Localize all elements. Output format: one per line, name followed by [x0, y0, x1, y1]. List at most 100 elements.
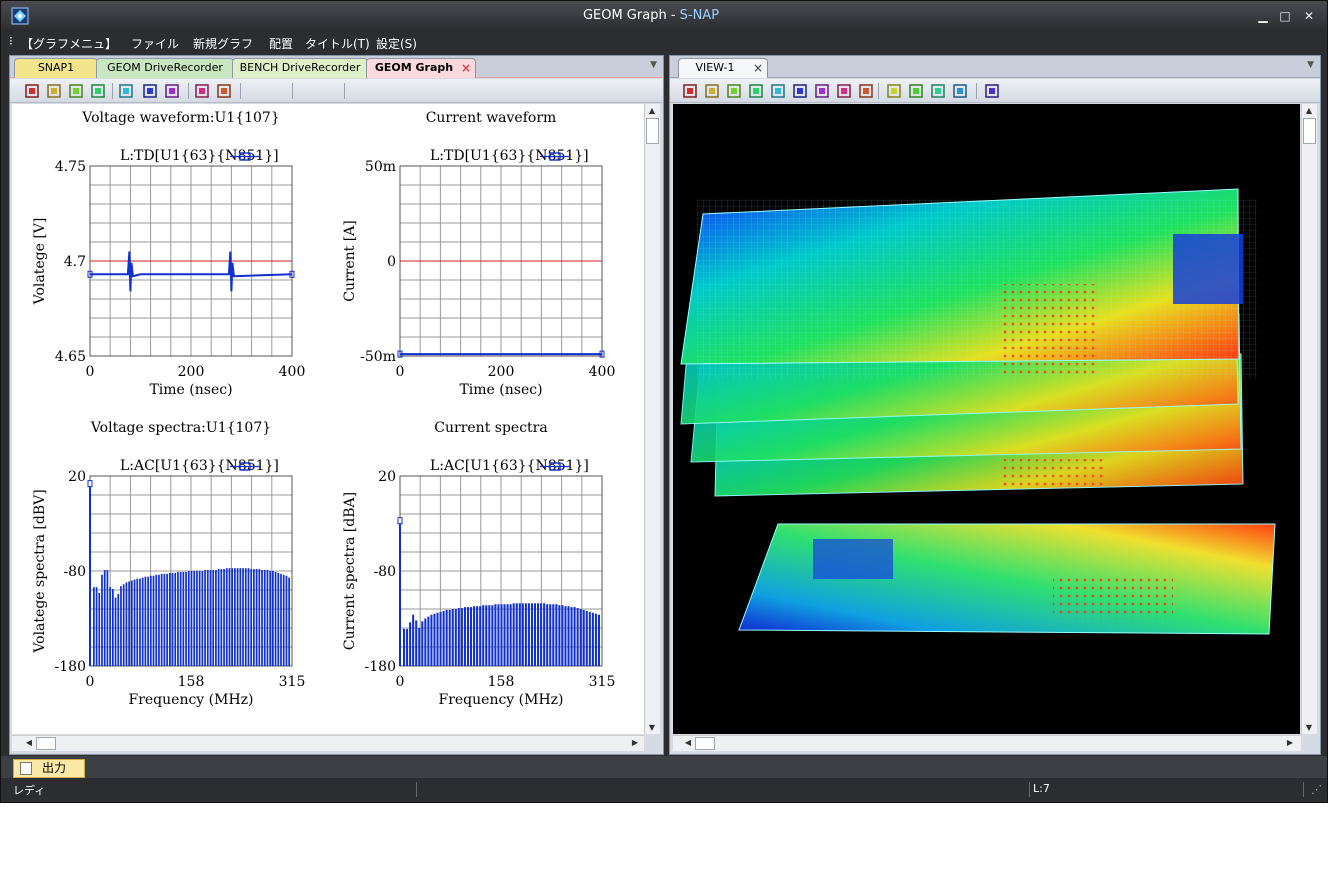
grid-icon[interactable]: [90, 83, 106, 99]
play-icon[interactable]: [858, 83, 874, 99]
spectrum-bar: [106, 570, 109, 666]
scroll-thumb[interactable]: [1303, 118, 1316, 144]
spectrum-bar: [187, 571, 190, 666]
spectrum-bar: [512, 603, 515, 666]
view-horizontal-scrollbar[interactable]: ◀ ▶: [673, 735, 1301, 751]
export-icon[interactable]: [164, 83, 180, 99]
scroll-down-icon[interactable]: ▼: [645, 723, 659, 732]
spectrum-bar: [128, 581, 130, 666]
pcb-field-visualization[interactable]: [673, 104, 1300, 734]
spectrum-bar: [160, 573, 163, 666]
3d-icon[interactable]: [930, 83, 946, 99]
y-tick-label: -180: [365, 659, 396, 675]
stop-icon[interactable]: [836, 83, 852, 99]
spectrum-bar: [261, 570, 263, 666]
spectrum-bar: [225, 568, 228, 666]
spectrum-bar: [509, 604, 512, 666]
spectrum-bar: [263, 570, 266, 666]
grid2-icon[interactable]: [118, 83, 134, 99]
x-tick-label: 315: [589, 674, 616, 690]
tab-geom-driverecorder[interactable]: GEOM DriveRecorder: [96, 58, 234, 78]
y-tick-label: 0: [387, 254, 396, 270]
output-tab[interactable]: 出力: [13, 759, 85, 778]
spectrum-bar: [217, 569, 220, 666]
tab-close-icon[interactable]: ×: [753, 59, 763, 77]
scroll-left-icon[interactable]: ◀: [681, 738, 695, 747]
spectrum-bar: [282, 574, 285, 666]
menu-title[interactable]: タイトル(T): [305, 35, 370, 52]
chart-icon[interactable]: [142, 83, 158, 99]
y-tick-label: -80: [373, 564, 396, 580]
tab-geom-graph[interactable]: GEOM Graph ×: [366, 58, 476, 78]
spectrum-bar: [524, 603, 527, 666]
bookmark-icon[interactable]: [194, 83, 210, 99]
resize-grip-icon[interactable]: ⋰: [1311, 783, 1322, 796]
chevron-down-icon[interactable]: [814, 83, 830, 99]
y-tick-label: 50m: [365, 159, 396, 175]
scroll-thumb[interactable]: [36, 737, 56, 750]
scroll-left-icon[interactable]: ◀: [22, 738, 36, 747]
menu-file[interactable]: ファイル: [131, 35, 179, 52]
spectrum-bar: [272, 571, 274, 666]
maximize-button[interactable]: □: [1275, 9, 1295, 23]
x-axis-label: Time (nsec): [149, 382, 232, 398]
menu-layout[interactable]: 配置: [269, 35, 293, 52]
spectrum-bar: [497, 604, 500, 666]
globe-icon[interactable]: [46, 83, 62, 99]
y-tick-label: 4.75: [55, 159, 86, 175]
spectrum-bar: [204, 570, 206, 666]
scroll-thumb[interactable]: [646, 118, 659, 144]
x-tick-label: 315: [279, 674, 306, 690]
status-layer: L:7: [1033, 782, 1050, 795]
via-array: [1053, 574, 1173, 619]
close-button[interactable]: ✕: [1299, 9, 1319, 23]
2d-icon[interactable]: [952, 83, 968, 99]
scroll-up-icon[interactable]: ▲: [1302, 106, 1316, 115]
series-marker: [397, 517, 403, 525]
graph-canvas: Voltage waveform:U1{107} L:TD[U1{63}{N851…: [12, 104, 644, 734]
menu-new-graph[interactable]: 新規グラフ: [193, 35, 253, 52]
tab-close-icon[interactable]: ×: [461, 59, 471, 77]
bars-icon[interactable]: [68, 83, 84, 99]
scroll-right-icon[interactable]: ▶: [1283, 738, 1297, 747]
swap-icon[interactable]: [908, 83, 924, 99]
tab-view-1[interactable]: VIEW-1 ×: [678, 58, 768, 78]
spectrum-bar: [212, 570, 215, 666]
graph-horizontal-scrollbar[interactable]: ◀ ▶: [12, 735, 644, 751]
scroll-right-icon[interactable]: ▶: [628, 738, 642, 747]
spectrum-bar: [258, 569, 261, 666]
x-tick-label: 400: [279, 364, 306, 380]
measure-icon[interactable]: [886, 83, 902, 99]
spectrum-bar: [149, 575, 152, 666]
spectrum-bar: [201, 571, 204, 666]
spectrum-bar: [274, 571, 277, 666]
spectrum-bar: [206, 570, 209, 666]
minimize-button[interactable]: ▁: [1253, 9, 1273, 23]
spectrum-bar: [567, 606, 570, 666]
arrow-up-icon[interactable]: [748, 83, 764, 99]
view-vertical-scrollbar[interactable]: ▲ ▼: [1301, 104, 1317, 734]
series-marker: [87, 480, 93, 488]
y-tick-label: 4.65: [55, 349, 86, 365]
arrow-down-icon[interactable]: [770, 83, 786, 99]
zoom-out-icon[interactable]: [704, 83, 720, 99]
table-icon[interactable]: [24, 83, 40, 99]
scroll-thumb[interactable]: [695, 737, 715, 750]
reset-icon[interactable]: [726, 83, 742, 99]
chevron-up-icon[interactable]: [792, 83, 808, 99]
3d-board-view[interactable]: [673, 104, 1300, 734]
graph-vertical-scrollbar[interactable]: ▲ ▼: [644, 104, 660, 734]
spectrum-bar: [114, 597, 117, 666]
menu-settings[interactable]: 設定(S): [376, 35, 417, 52]
calc-icon[interactable]: [216, 83, 232, 99]
scroll-down-icon[interactable]: ▼: [1302, 723, 1316, 732]
tab-bench-driverecorder[interactable]: BENCH DriveRecorder: [232, 58, 368, 78]
scroll-up-icon[interactable]: ▲: [645, 106, 659, 115]
spectrum-bar: [503, 604, 506, 666]
tab-dropdown-icon[interactable]: ▼: [1307, 60, 1314, 70]
tab-dropdown-icon[interactable]: ▼: [650, 60, 657, 70]
menu-graph[interactable]: 【グラフメニュ】: [21, 35, 117, 52]
zoom-in-icon[interactable]: [682, 83, 698, 99]
tab-snap1[interactable]: SNAP1: [14, 58, 98, 78]
export-icon[interactable]: [984, 83, 1000, 99]
